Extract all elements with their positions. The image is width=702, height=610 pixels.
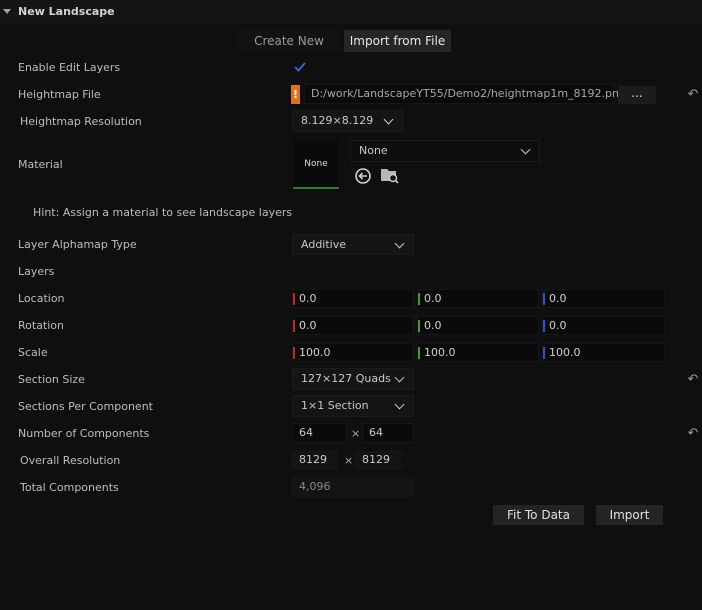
overall-resolution-label: Overall Resolution xyxy=(20,454,121,467)
section-title: New Landscape xyxy=(18,5,115,18)
x-axis-indicator xyxy=(293,320,295,332)
sections-per-component-value: 1×1 Section xyxy=(301,399,369,412)
scale-z-value: 100.0 xyxy=(549,346,581,359)
scale-z-input[interactable]: 100.0 xyxy=(542,343,665,362)
material-asset-dropdown[interactable]: None xyxy=(350,140,540,162)
browse-to-asset-icon[interactable] xyxy=(380,167,399,184)
material-value: None xyxy=(359,144,388,157)
layers-label: Layers xyxy=(18,265,55,278)
number-of-components-label: Number of Components xyxy=(18,427,150,440)
scale-y-value: 100.0 xyxy=(424,346,456,359)
components-x-input[interactable]: 64 xyxy=(292,423,347,443)
y-axis-indicator xyxy=(418,347,420,359)
sections-per-component-label: Sections Per Component xyxy=(18,400,153,413)
rotation-label: Rotation xyxy=(18,319,65,332)
rotation-x-value: 0.0 xyxy=(299,319,317,332)
fit-to-data-button[interactable]: Fit To Data xyxy=(493,505,584,525)
layer-alphamap-type-value: Additive xyxy=(301,238,346,251)
location-z-value: 0.0 xyxy=(549,292,567,305)
reset-section-size-icon[interactable]: ↶ xyxy=(686,373,700,387)
location-label: Location xyxy=(18,292,65,305)
import-button[interactable]: Import xyxy=(596,505,663,525)
chevron-down-icon xyxy=(383,114,394,125)
z-axis-indicator xyxy=(543,347,545,359)
section-header[interactable]: New Landscape xyxy=(0,0,702,24)
x-axis-indicator xyxy=(293,347,295,359)
total-components-value: 4,096 xyxy=(292,477,414,497)
tab-create-new[interactable]: Create New xyxy=(236,30,342,52)
y-axis-indicator xyxy=(418,293,420,305)
rotation-x-input[interactable]: 0.0 xyxy=(292,316,414,335)
chevron-down-icon xyxy=(520,144,531,155)
warning-icon: ! xyxy=(291,85,300,104)
enable-edit-layers-checkbox[interactable] xyxy=(293,60,307,74)
section-size-label: Section Size xyxy=(18,373,85,386)
layer-alphamap-type-label: Layer Alphamap Type xyxy=(18,238,137,251)
heightmap-resolution-value: 8.129×8.129 xyxy=(301,114,374,127)
location-y-value: 0.0 xyxy=(424,292,442,305)
section-size-dropdown[interactable]: 127×127 Quads xyxy=(292,368,414,390)
layer-alphamap-type-dropdown[interactable]: Additive xyxy=(292,234,414,255)
scale-y-input[interactable]: 100.0 xyxy=(417,343,539,362)
chevron-down-icon xyxy=(394,238,405,248)
scale-x-value: 100.0 xyxy=(299,346,331,359)
section-size-value: 127×127 Quads xyxy=(301,372,391,385)
heightmap-resolution-dropdown[interactable]: 8.129×8.129 xyxy=(292,110,403,132)
location-y-input[interactable]: 0.0 xyxy=(417,289,539,308)
y-axis-indicator xyxy=(418,320,420,332)
browse-heightmap-button[interactable]: ... xyxy=(618,86,656,104)
scale-label: Scale xyxy=(18,346,48,359)
total-components-label: Total Components xyxy=(20,481,119,494)
x-axis-indicator xyxy=(293,293,295,305)
components-y-input[interactable]: 64 xyxy=(362,423,414,443)
material-hint-text: Hint: Assign a material to see landscape… xyxy=(33,206,293,219)
rotation-z-input[interactable]: 0.0 xyxy=(542,316,665,335)
overall-resolution-y-value: 8129 xyxy=(355,451,401,469)
location-z-input[interactable]: 0.0 xyxy=(542,289,665,308)
use-selected-asset-icon[interactable] xyxy=(354,167,372,185)
rotation-y-input[interactable]: 0.0 xyxy=(417,316,539,335)
sections-per-component-dropdown[interactable]: 1×1 Section xyxy=(292,395,414,417)
reset-heightmap-file-icon[interactable]: ↶ xyxy=(686,88,700,102)
overall-resolution-times-sign: × xyxy=(344,454,354,467)
rotation-y-value: 0.0 xyxy=(424,319,442,332)
collapse-arrow-icon[interactable] xyxy=(3,9,11,14)
heightmap-file-label: Heightmap File xyxy=(18,88,101,101)
enable-edit-layers-label: Enable Edit Layers xyxy=(18,61,121,74)
tab-import-from-file[interactable]: Import from File xyxy=(344,30,451,52)
chevron-down-icon xyxy=(394,399,405,410)
scale-x-input[interactable]: 100.0 xyxy=(292,343,414,362)
location-x-value: 0.0 xyxy=(299,292,317,305)
heightmap-file-path-input[interactable]: D:/work/LandscapeYT55/Demo2/heightmap1m_… xyxy=(304,84,626,104)
heightmap-resolution-label: Heightmap Resolution xyxy=(20,115,142,128)
chevron-down-icon xyxy=(394,372,405,383)
location-x-input[interactable]: 0.0 xyxy=(292,289,414,308)
z-axis-indicator xyxy=(543,320,545,332)
z-axis-indicator xyxy=(543,293,545,305)
overall-resolution-x-value: 8129 xyxy=(292,451,338,469)
material-thumbnail[interactable]: None xyxy=(293,141,339,189)
components-times-sign: × xyxy=(351,427,361,440)
reset-number-of-components-icon[interactable]: ↶ xyxy=(686,427,700,441)
rotation-z-value: 0.0 xyxy=(549,319,567,332)
material-label: Material xyxy=(18,158,63,171)
